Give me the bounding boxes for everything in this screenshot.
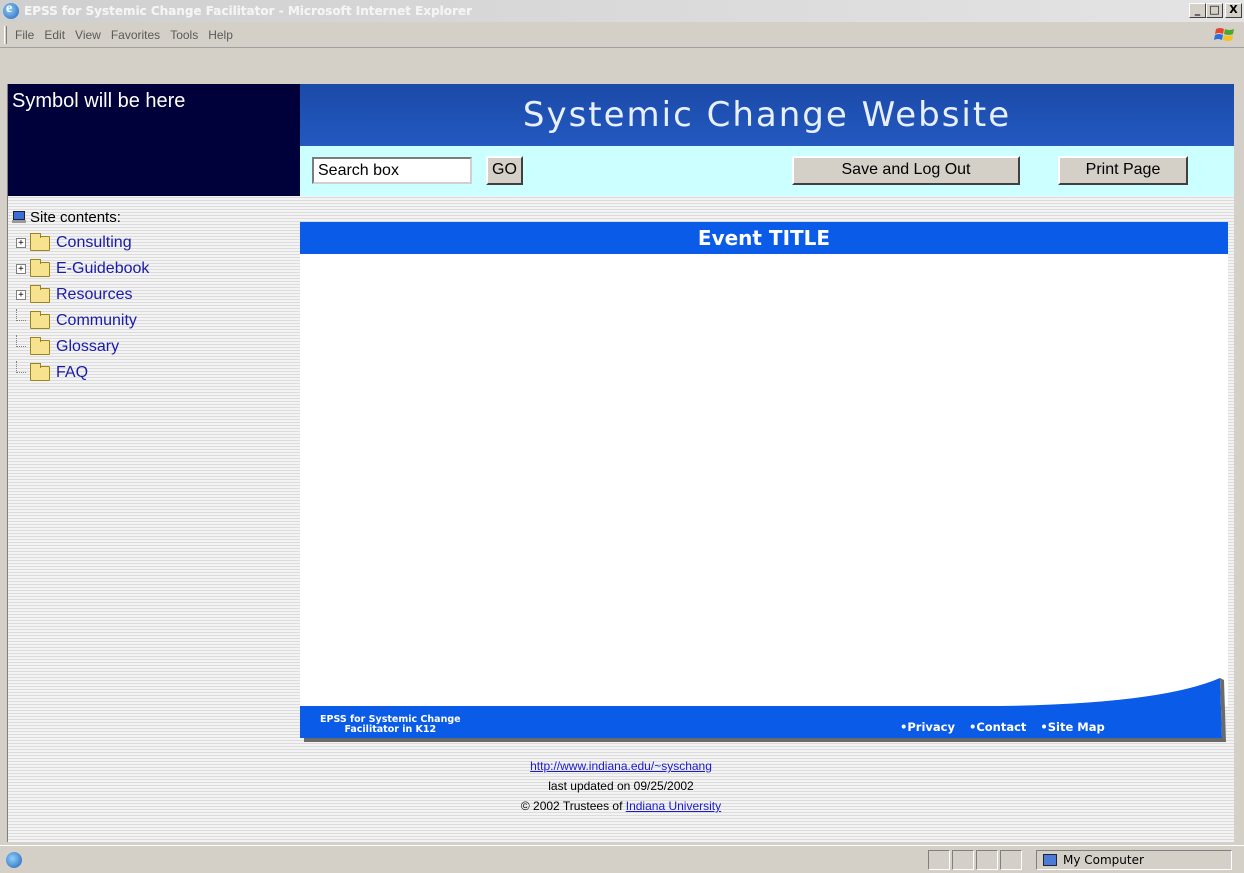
my-computer-icon (1043, 854, 1057, 866)
folder-icon (30, 232, 50, 251)
privacy-link[interactable]: •Privacy (900, 720, 955, 734)
window-title-bar: EPSS for Systemic Change Facilitator - M… (0, 0, 1244, 22)
toolbar-grip[interactable] (4, 25, 7, 44)
search-input[interactable]: Search box (312, 157, 472, 184)
main-content: Event TITLE (300, 222, 1228, 706)
zone-label: My Computer (1063, 853, 1144, 867)
print-page-button[interactable]: Print Page (1058, 156, 1188, 185)
menu-bar: File Edit View Favorites Tools Help (0, 22, 1244, 48)
go-button[interactable]: GO (486, 156, 523, 185)
tree-item-faq[interactable]: FAQ (12, 360, 149, 386)
logo-area: Symbol will be here (8, 84, 300, 196)
internet-explorer-icon (3, 1, 19, 19)
site-contents-tree: Site contents: + Consulting + E-Guideboo… (12, 206, 149, 386)
page-info: http://www.indiana.edu/~syschang last up… (8, 756, 1234, 816)
event-title: Event TITLE (300, 222, 1228, 254)
tree-link-faq[interactable]: FAQ (56, 364, 88, 382)
menu-help[interactable]: Help (208, 28, 233, 42)
site-map-link[interactable]: •Site Map (1040, 720, 1104, 734)
expand-icon[interactable]: + (16, 264, 26, 274)
footer-brand: EPSS for Systemic Change Facilitator in … (320, 715, 461, 735)
symbol-placeholder: Symbol will be here (12, 90, 186, 112)
tool-row: Search box GO Save and Log Out Print Pag… (300, 146, 1234, 196)
status-pane (952, 850, 974, 870)
windows-logo-icon (1214, 28, 1234, 41)
menu-view[interactable]: View (75, 28, 101, 42)
security-zone: My Computer (1036, 850, 1232, 870)
footer-brand-line2: Facilitator in K12 (344, 724, 437, 735)
computer-icon (12, 211, 26, 223)
menu-favorites[interactable]: Favorites (111, 28, 160, 42)
last-updated: last updated on 09/25/2002 (548, 779, 694, 793)
menu-file[interactable]: File (15, 28, 34, 42)
copyright: © 2002 Trustees of Indiana University (8, 796, 1234, 816)
expand-icon[interactable]: + (16, 290, 26, 300)
status-pane (976, 850, 998, 870)
tree-link-glossary[interactable]: Glossary (56, 338, 119, 356)
tree-link-e-guidebook[interactable]: E-Guidebook (56, 260, 149, 278)
site-url-link[interactable]: http://www.indiana.edu/~syschang (530, 759, 712, 773)
web-page: Symbol will be here Systemic Change Webs… (8, 84, 1234, 842)
save-and-log-out-button[interactable]: Save and Log Out (792, 156, 1020, 185)
minimize-button[interactable]: _ (1189, 3, 1206, 18)
close-button[interactable]: X (1225, 3, 1242, 18)
status-pane (1000, 850, 1022, 870)
tree-item-e-guidebook[interactable]: + E-Guidebook (12, 256, 149, 282)
tree-item-community[interactable]: Community (12, 308, 149, 334)
tree-connector (16, 335, 26, 347)
expand-icon[interactable]: + (16, 238, 26, 248)
copyright-text: © 2002 Trustees of (520, 799, 626, 813)
tree-link-community[interactable]: Community (56, 312, 137, 330)
tree-link-resources[interactable]: Resources (56, 286, 132, 304)
menu-edit[interactable]: Edit (44, 28, 65, 42)
status-panes (928, 850, 1024, 870)
folder-icon (30, 310, 50, 329)
contact-link[interactable]: •Contact (969, 720, 1026, 734)
menu-tools[interactable]: Tools (170, 28, 198, 42)
tree-item-glossary[interactable]: Glossary (12, 334, 149, 360)
maximize-button[interactable]: □ (1206, 3, 1223, 18)
footer-links: •Privacy •Contact •Site Map (900, 720, 1105, 734)
tree-connector (16, 361, 26, 373)
window-title: EPSS for Systemic Change Facilitator - M… (24, 4, 472, 18)
folder-icon (30, 362, 50, 381)
tree-connector (16, 309, 26, 321)
tree-item-resources[interactable]: + Resources (12, 282, 149, 308)
window-controls: _ □ X (1189, 3, 1242, 18)
status-bar: My Computer (0, 845, 1244, 873)
tree-item-consulting[interactable]: + Consulting (12, 230, 149, 256)
tree-link-consulting[interactable]: Consulting (56, 234, 132, 252)
site-banner: Systemic Change Website (300, 84, 1234, 146)
site-title: Systemic Change Website (522, 95, 1012, 135)
site-contents-heading: Site contents: (30, 208, 121, 226)
status-pane (928, 850, 950, 870)
left-frame-edge (0, 84, 8, 842)
folder-icon (30, 284, 50, 303)
folder-icon (30, 336, 50, 355)
page-status-icon (6, 852, 22, 868)
folder-icon (30, 258, 50, 277)
indiana-university-link[interactable]: Indiana University (626, 799, 721, 813)
